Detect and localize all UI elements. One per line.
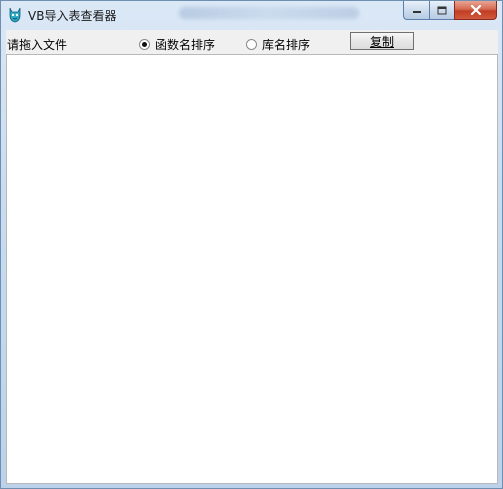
- sort-by-function-radio[interactable]: 函数名排序: [139, 36, 215, 53]
- title-bar[interactable]: VB导入表查看器: [1, 1, 502, 29]
- sort-by-library-radio[interactable]: 库名排序: [246, 36, 310, 53]
- caption-buttons: [403, 1, 497, 21]
- blurred-title-overlay: [179, 7, 359, 19]
- sort-by-library-label: 库名排序: [262, 38, 311, 52]
- import-table-output[interactable]: [6, 54, 498, 484]
- radio-unselected-icon: [246, 39, 257, 50]
- close-button[interactable]: [454, 1, 497, 20]
- window-title: VB导入表查看器: [28, 9, 117, 23]
- minimize-icon: [412, 11, 421, 13]
- cat-app-icon: [9, 7, 21, 23]
- copy-button-label: 复制: [369, 34, 394, 49]
- radio-selected-icon: [139, 39, 150, 50]
- sort-by-function-label: 函数名排序: [155, 38, 216, 52]
- main-window: VB导入表查看器 请拖入文件 函数名排序 库名排序 复制: [0, 0, 503, 489]
- drop-file-label: 请拖入文件: [7, 38, 68, 52]
- maximize-icon: [437, 6, 447, 14]
- options-bar: 请拖入文件 函数名排序 库名排序 复制: [6, 30, 498, 54]
- close-icon: [470, 5, 481, 15]
- maximize-button[interactable]: [429, 1, 454, 20]
- minimize-button[interactable]: [403, 1, 429, 20]
- copy-button[interactable]: 复制: [350, 32, 414, 50]
